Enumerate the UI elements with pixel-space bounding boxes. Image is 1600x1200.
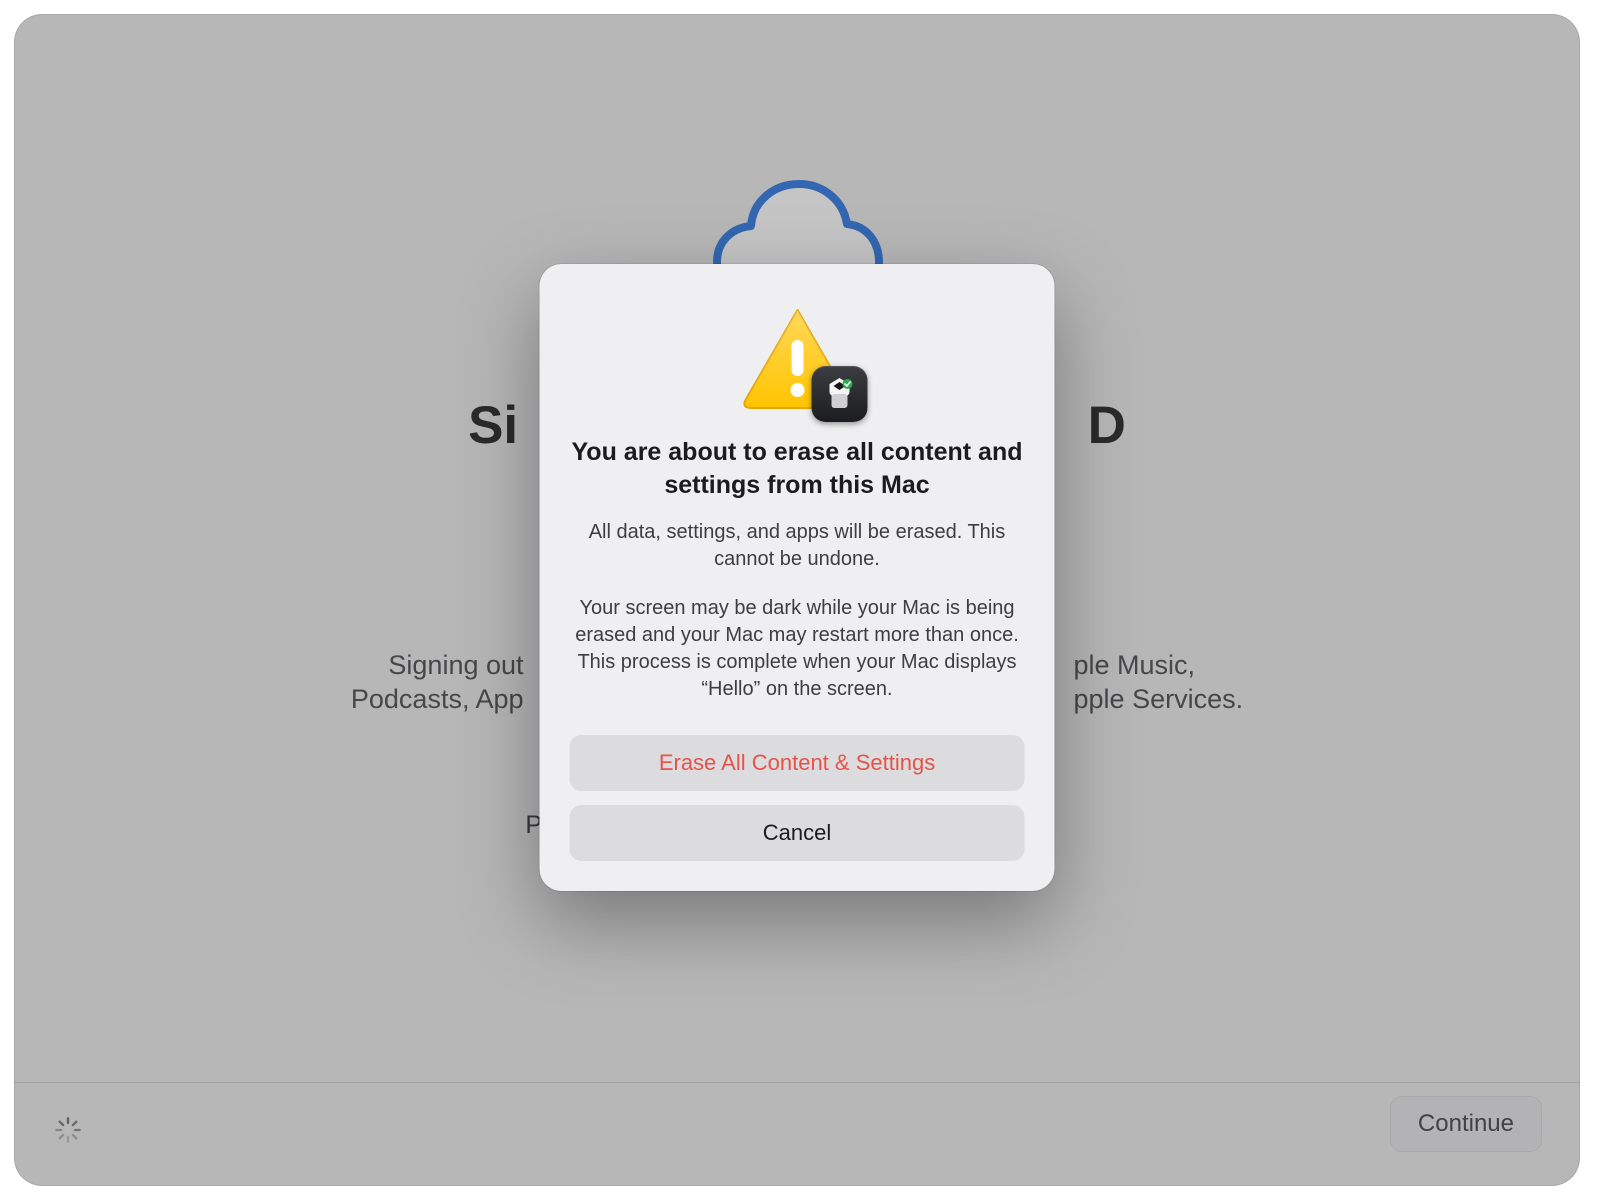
cancel-button-label: Cancel: [763, 820, 831, 846]
alert-body-1: All data, settings, and apps will be era…: [570, 519, 1025, 573]
loading-spinner-icon: [54, 1116, 82, 1144]
erase-all-button-label: Erase All Content & Settings: [659, 750, 935, 776]
alert-title: You are about to erase all content and s…: [570, 436, 1025, 501]
footer-divider: [14, 1082, 1580, 1083]
continue-button[interactable]: Continue: [1390, 1096, 1542, 1152]
warning-icon: [737, 304, 857, 414]
erase-assistant-app-icon: [811, 366, 867, 422]
continue-button-label: Continue: [1418, 1110, 1514, 1137]
erase-confirmation-alert: You are about to erase all content and s…: [540, 264, 1055, 891]
alert-body-2: Your screen may be dark while your Mac i…: [570, 595, 1025, 703]
erase-all-button[interactable]: Erase All Content & Settings: [570, 735, 1025, 791]
assistant-window: Si D Enter the p cloud.com" Signing out …: [14, 14, 1580, 1186]
cancel-button[interactable]: Cancel: [570, 805, 1025, 861]
